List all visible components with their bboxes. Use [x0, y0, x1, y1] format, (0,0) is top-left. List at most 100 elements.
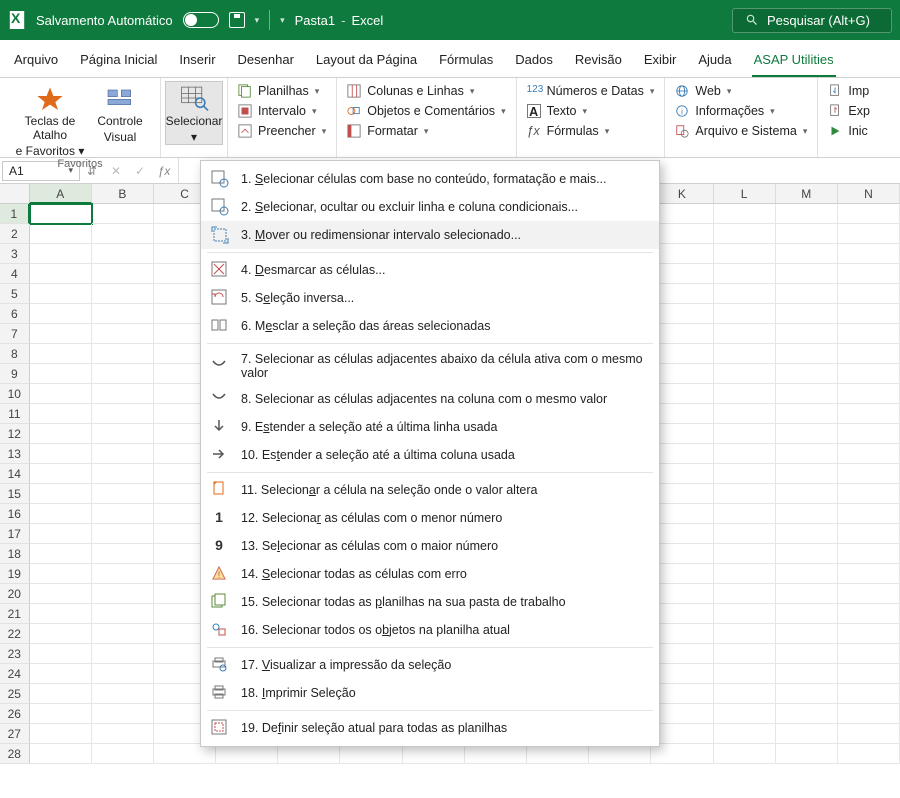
cell-A14[interactable] — [30, 464, 92, 484]
cell-L7[interactable] — [714, 324, 776, 344]
cell-C28[interactable] — [154, 744, 216, 764]
exportar-button[interactable]: Exp — [828, 104, 870, 118]
cell-N10[interactable] — [838, 384, 900, 404]
cell-A6[interactable] — [30, 304, 92, 324]
numeros-datas-button[interactable]: 123Números e Datas▾ — [527, 84, 655, 98]
cell-M28[interactable] — [776, 744, 838, 764]
cell-L20[interactable] — [714, 584, 776, 604]
cell-D28[interactable] — [216, 744, 278, 764]
cell-M11[interactable] — [776, 404, 838, 424]
cell-A19[interactable] — [30, 564, 92, 584]
cell-B4[interactable] — [92, 264, 154, 284]
menu-item-7[interactable]: 7. Selecionar as células adjacentes abai… — [201, 347, 659, 385]
cell-B18[interactable] — [92, 544, 154, 564]
cell-A1[interactable] — [30, 204, 92, 224]
cell-B20[interactable] — [92, 584, 154, 604]
col-header-K[interactable]: K — [651, 184, 713, 204]
cell-B2[interactable] — [92, 224, 154, 244]
row-header-17[interactable]: 17 — [0, 524, 30, 544]
cell-K24[interactable] — [651, 664, 713, 684]
tab-revis-o[interactable]: Revisão — [573, 46, 624, 77]
row-header-5[interactable]: 5 — [0, 284, 30, 304]
cell-M23[interactable] — [776, 644, 838, 664]
informacoes-button[interactable]: iInformações▾ — [675, 104, 807, 118]
cell-A22[interactable] — [30, 624, 92, 644]
menu-item-3[interactable]: 3. Mover ou redimensionar intervalo sele… — [201, 221, 659, 249]
cell-N3[interactable] — [838, 244, 900, 264]
cell-L17[interactable] — [714, 524, 776, 544]
row-header-23[interactable]: 23 — [0, 644, 30, 664]
tab-inserir[interactable]: Inserir — [177, 46, 217, 77]
row-header-4[interactable]: 4 — [0, 264, 30, 284]
cell-B26[interactable] — [92, 704, 154, 724]
cell-K19[interactable] — [651, 564, 713, 584]
col-header-N[interactable]: N — [838, 184, 900, 204]
menu-item-18[interactable]: 18. Imprimir Seleção — [201, 679, 659, 707]
cell-L28[interactable] — [714, 744, 776, 764]
cell-M1[interactable] — [776, 204, 838, 224]
cell-L13[interactable] — [714, 444, 776, 464]
cell-M10[interactable] — [776, 384, 838, 404]
save-icon[interactable] — [229, 12, 245, 28]
cell-M27[interactable] — [776, 724, 838, 744]
cell-E28[interactable] — [278, 744, 340, 764]
cell-K7[interactable] — [651, 324, 713, 344]
cell-K1[interactable] — [651, 204, 713, 224]
cell-K2[interactable] — [651, 224, 713, 244]
cell-L18[interactable] — [714, 544, 776, 564]
menu-item-4[interactable]: 4. Desmarcar as células... — [201, 256, 659, 284]
cell-A21[interactable] — [30, 604, 92, 624]
cell-L6[interactable] — [714, 304, 776, 324]
cell-M3[interactable] — [776, 244, 838, 264]
cell-M17[interactable] — [776, 524, 838, 544]
cell-N27[interactable] — [838, 724, 900, 744]
row-header-15[interactable]: 15 — [0, 484, 30, 504]
menu-item-16[interactable]: 16. Selecionar todos os objetos na plani… — [201, 616, 659, 644]
row-header-6[interactable]: 6 — [0, 304, 30, 324]
cell-A18[interactable] — [30, 544, 92, 564]
formulas-button[interactable]: ƒxFórmulas▾ — [527, 124, 655, 138]
importar-button[interactable]: Imp — [828, 84, 870, 98]
cell-M13[interactable] — [776, 444, 838, 464]
cell-L2[interactable] — [714, 224, 776, 244]
cell-L16[interactable] — [714, 504, 776, 524]
cell-M16[interactable] — [776, 504, 838, 524]
tab-dados[interactable]: Dados — [513, 46, 555, 77]
cell-K13[interactable] — [651, 444, 713, 464]
selecionar-button[interactable]: Selecionar ▾ — [165, 81, 223, 145]
cell-A12[interactable] — [30, 424, 92, 444]
cell-L23[interactable] — [714, 644, 776, 664]
cell-L5[interactable] — [714, 284, 776, 304]
menu-item-13[interactable]: 913. Selecionar as células com o maior n… — [201, 532, 659, 560]
cell-B6[interactable] — [92, 304, 154, 324]
col-header-L[interactable]: L — [714, 184, 776, 204]
row-header-16[interactable]: 16 — [0, 504, 30, 524]
cell-L19[interactable] — [714, 564, 776, 584]
cell-B14[interactable] — [92, 464, 154, 484]
formatar-button[interactable]: Formatar▾ — [347, 124, 505, 138]
row-header-26[interactable]: 26 — [0, 704, 30, 724]
cell-K9[interactable] — [651, 364, 713, 384]
cell-L21[interactable] — [714, 604, 776, 624]
row-header-25[interactable]: 25 — [0, 684, 30, 704]
menu-item-8[interactable]: 8. Selecionar as células adjacentes na c… — [201, 385, 659, 413]
cell-N19[interactable] — [838, 564, 900, 584]
cell-K4[interactable] — [651, 264, 713, 284]
menu-item-14[interactable]: !14. Selecionar todas as células com err… — [201, 560, 659, 588]
teclas-atalho-button[interactable]: Teclas de Atalho e Favoritos ▾ — [10, 82, 90, 158]
menu-item-15[interactable]: 15. Selecionar todas as planilhas na sua… — [201, 588, 659, 616]
row-header-18[interactable]: 18 — [0, 544, 30, 564]
cell-N15[interactable] — [838, 484, 900, 504]
cell-B22[interactable] — [92, 624, 154, 644]
cell-N5[interactable] — [838, 284, 900, 304]
cell-B16[interactable] — [92, 504, 154, 524]
cell-N16[interactable] — [838, 504, 900, 524]
cell-K8[interactable] — [651, 344, 713, 364]
cell-N8[interactable] — [838, 344, 900, 364]
cell-N2[interactable] — [838, 224, 900, 244]
menu-item-12[interactable]: 112. Selecionar as células com o menor n… — [201, 504, 659, 532]
cell-K17[interactable] — [651, 524, 713, 544]
cell-M14[interactable] — [776, 464, 838, 484]
row-header-24[interactable]: 24 — [0, 664, 30, 684]
row-header-28[interactable]: 28 — [0, 744, 30, 764]
